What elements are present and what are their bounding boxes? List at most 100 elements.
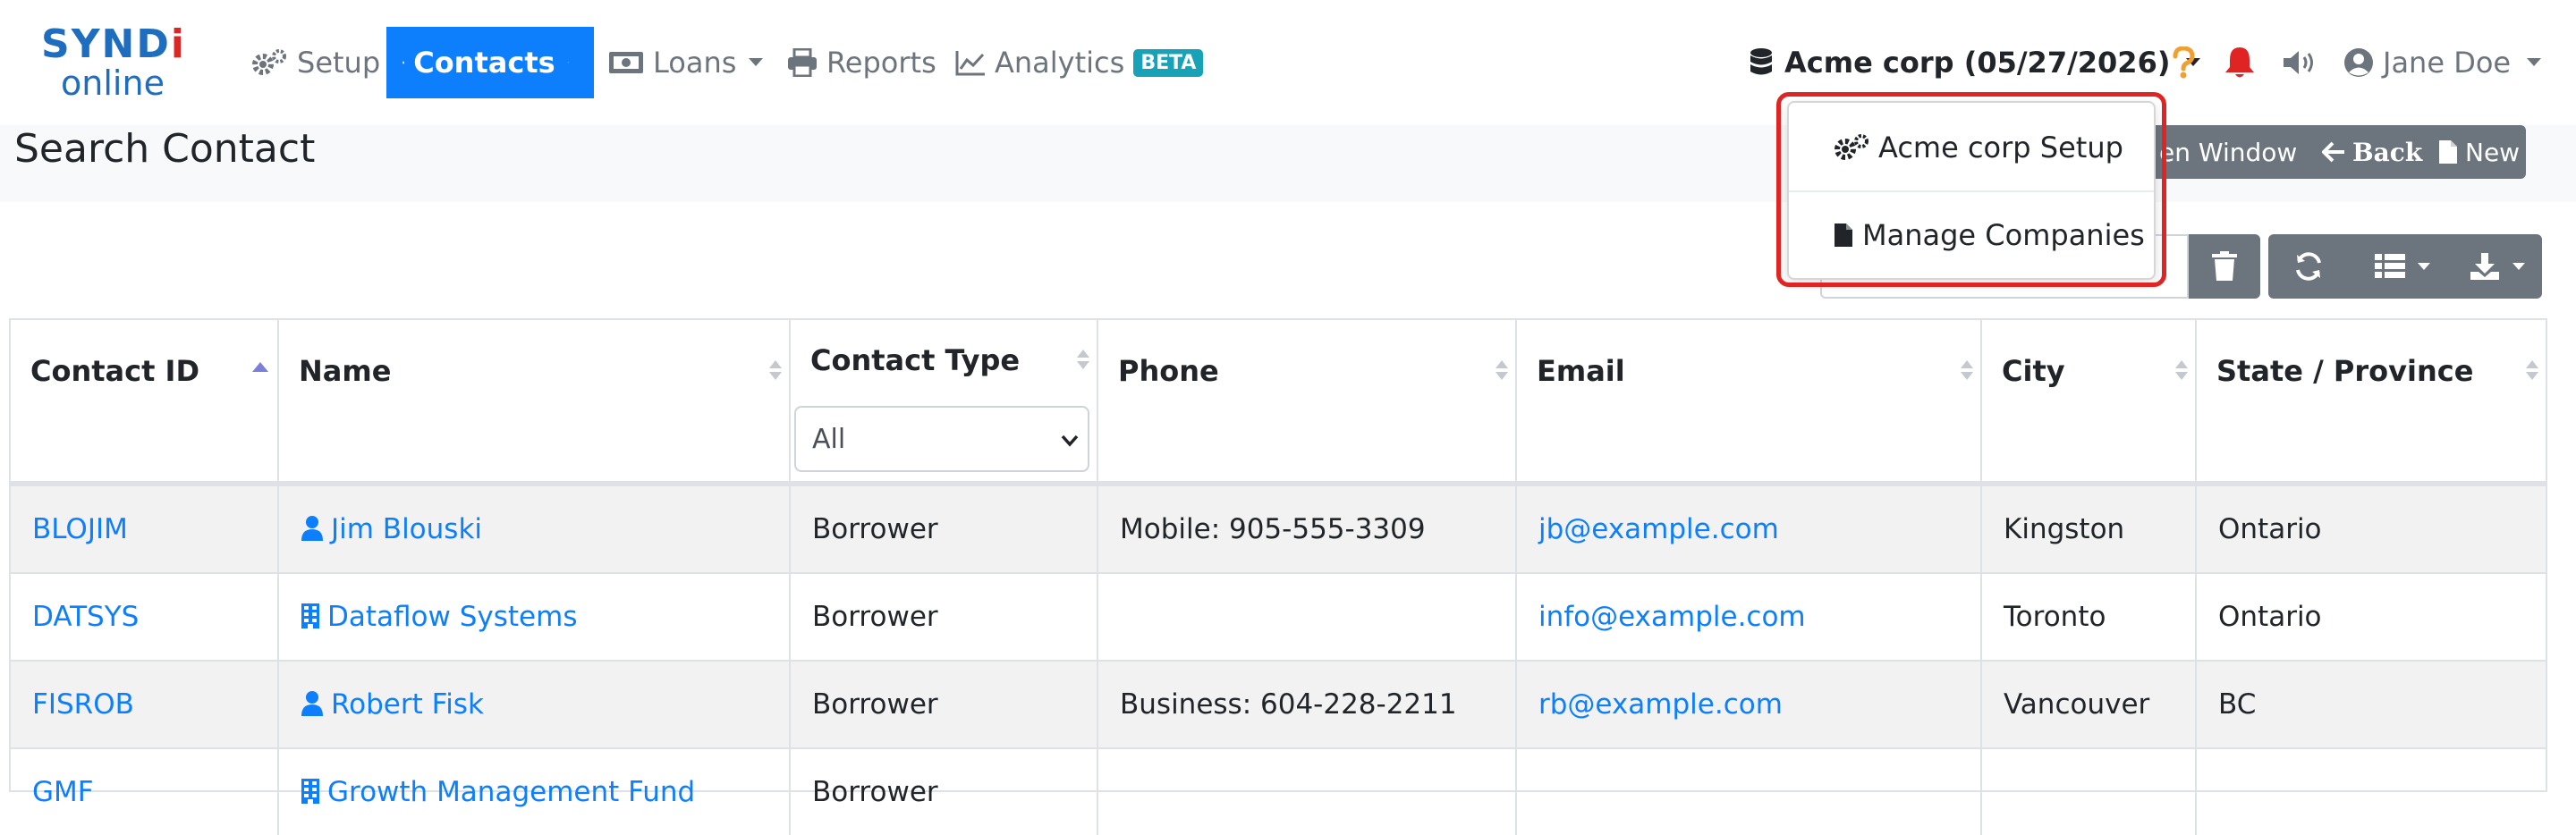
column-header-email[interactable]: Email xyxy=(1517,320,1982,481)
nav-setup[interactable]: Setup xyxy=(250,27,380,98)
cell-email[interactable]: jb@example.com xyxy=(1517,486,1982,572)
column-header-contact-id[interactable]: Contact ID xyxy=(11,320,279,481)
nav-loans[interactable]: Loans xyxy=(608,27,772,98)
open-window-label: en Window xyxy=(2159,137,2298,167)
nav-analytics[interactable]: Analytics BETA xyxy=(955,27,1204,98)
question-mark-icon xyxy=(2173,46,2195,79)
table-row[interactable]: GMF Growth Management Fund Borrower xyxy=(11,747,2546,835)
download-icon xyxy=(2470,253,2499,280)
columns-toggle-button[interactable] xyxy=(2358,234,2447,299)
list-view-icon xyxy=(2375,254,2405,278)
export-button[interactable] xyxy=(2453,234,2542,299)
cell-contact-id-text: BLOJIM xyxy=(32,513,128,545)
nav-contacts[interactable]: Contacts xyxy=(386,27,594,98)
table-row[interactable]: FISROB Robert Fisk Borrower Business: 604-2… xyxy=(11,660,2546,747)
cell-state-text: BC xyxy=(2218,688,2257,721)
cell-name-text: Dataflow Systems xyxy=(327,601,578,633)
nav-reports[interactable]: Reports xyxy=(787,27,936,98)
cell-email[interactable]: rb@example.com xyxy=(1517,662,1982,747)
cell-state-text: Ontario xyxy=(2218,513,2322,545)
refresh-button[interactable] xyxy=(2268,234,2349,299)
company-selector[interactable]: Acme corp (05/27/2026) xyxy=(1749,27,2201,98)
table-tools-group xyxy=(2268,234,2542,299)
gears-icon xyxy=(252,49,286,75)
database-icon xyxy=(1750,48,1772,75)
cell-contact-id[interactable]: BLOJIM xyxy=(11,486,279,572)
cell-state-text: Ontario xyxy=(2218,601,2322,633)
cell-contact-id[interactable]: GMF xyxy=(11,749,279,835)
cell-contact-type-text: Borrower xyxy=(812,688,938,721)
cell-name[interactable]: Dataflow Systems xyxy=(279,574,791,660)
cell-city: Vancouver xyxy=(1982,662,2197,747)
cell-contact-type: Borrower xyxy=(791,749,1098,835)
cell-state xyxy=(2197,749,2546,835)
cell-name-text: Growth Management Fund xyxy=(327,776,696,808)
bell-icon xyxy=(2225,47,2254,78)
chevron-down-icon xyxy=(749,58,764,66)
column-header-state[interactable]: State / Province xyxy=(2197,320,2546,481)
sort-icon xyxy=(1496,360,1508,380)
nav-analytics-label: Analytics xyxy=(995,46,1125,80)
cell-contact-type: Borrower xyxy=(791,486,1098,572)
top-navbar: SYNDi online Setup Contacts Loans Report… xyxy=(0,0,2576,125)
nav-contacts-label: Contacts xyxy=(413,46,555,80)
sort-icon xyxy=(2526,360,2538,380)
column-header-phone[interactable]: Phone xyxy=(1098,320,1517,481)
nav-loans-label: Loans xyxy=(653,46,737,80)
user-name: Jane Doe xyxy=(2383,46,2512,80)
table-row[interactable]: DATSYS Dataflow Systems Borrower info@examp… xyxy=(11,572,2546,660)
cell-contact-id[interactable]: FISROB xyxy=(11,662,279,747)
nav-reports-label: Reports xyxy=(826,46,936,80)
user-menu[interactable]: Jane Doe xyxy=(2343,27,2542,98)
help-button[interactable] xyxy=(2172,27,2195,98)
building-icon xyxy=(301,603,319,628)
chevron-down-icon xyxy=(567,62,569,63)
notifications-button[interactable] xyxy=(2222,27,2258,98)
cell-city xyxy=(1982,749,2197,835)
page-title: Search Contact xyxy=(14,126,316,172)
nav-setup-label: Setup xyxy=(297,46,381,80)
cell-city-text: Toronto xyxy=(2004,601,2106,633)
sort-ascending-icon xyxy=(252,362,268,372)
cell-city-text: Vancouver xyxy=(2004,688,2150,721)
company-label: Acme corp (05/27/2026) xyxy=(1784,46,2171,80)
column-header-contact-type[interactable]: Contact Type All xyxy=(791,320,1098,481)
column-header-name[interactable]: Name xyxy=(279,320,791,481)
chevron-down-icon xyxy=(1061,434,1079,447)
contact-type-filter-select[interactable]: All xyxy=(794,406,1089,472)
new-label: New xyxy=(2465,137,2521,167)
cell-city: Kingston xyxy=(1982,486,2197,572)
cell-contact-id[interactable]: DATSYS xyxy=(11,574,279,660)
cell-name[interactable]: Growth Management Fund xyxy=(279,749,791,835)
new-button[interactable]: New xyxy=(2429,125,2526,179)
cell-phone xyxy=(1098,574,1517,660)
cell-phone-text: Mobile: 905-555-3309 xyxy=(1120,513,1426,545)
cell-email-text: rb@example.com xyxy=(1538,688,1783,721)
cell-name[interactable]: Jim Blouski xyxy=(279,486,791,572)
cell-state: Ontario xyxy=(2197,574,2546,660)
cell-contact-id-text: GMF xyxy=(32,776,94,808)
cell-contact-type-text: Borrower xyxy=(812,513,938,545)
cell-name-text: Robert Fisk xyxy=(331,688,484,721)
cell-email[interactable]: info@example.com xyxy=(1517,574,1982,660)
brand-logo[interactable]: SYNDi online xyxy=(41,25,184,101)
clear-search-button[interactable] xyxy=(2189,234,2260,299)
cell-email xyxy=(1517,749,1982,835)
cell-name[interactable]: Robert Fisk xyxy=(279,662,791,747)
highlight-box xyxy=(1776,92,2166,287)
chevron-down-icon xyxy=(2418,262,2430,270)
printer-icon xyxy=(788,48,817,77)
back-button[interactable]: Back xyxy=(2317,125,2429,179)
column-header-city[interactable]: City xyxy=(1982,320,2197,481)
sound-toggle[interactable] xyxy=(2282,27,2318,98)
line-chart-icon xyxy=(955,51,985,76)
cell-phone-text: Business: 604-228-2211 xyxy=(1120,688,1457,721)
cell-email-text: info@example.com xyxy=(1538,601,1806,633)
cell-contact-type-text: Borrower xyxy=(812,776,938,808)
table-row[interactable]: BLOJIM Jim Blouski Borrower Mobile: 905-555… xyxy=(11,485,2546,572)
cell-name-text: Jim Blouski xyxy=(331,513,483,545)
cell-city-text: Kingston xyxy=(2004,513,2125,545)
file-icon xyxy=(2439,140,2457,164)
sort-icon xyxy=(1961,360,1973,380)
cell-contact-type: Borrower xyxy=(791,662,1098,747)
